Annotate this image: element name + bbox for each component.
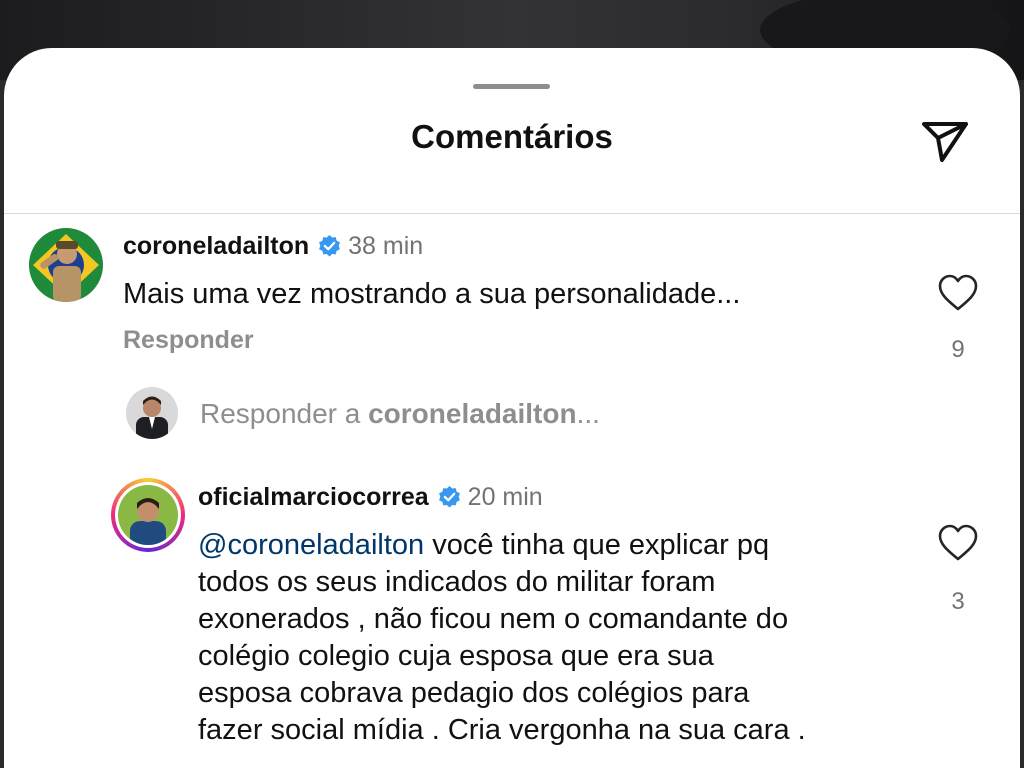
comment-2-line-text: você tinha que explicar pq [424, 529, 770, 561]
comment-1-meta: coroneladailton 38 min [123, 232, 423, 261]
comment-2-meta: oficialmarciocorrea 20 min [198, 483, 543, 512]
sheet-drag-handle[interactable] [473, 84, 550, 89]
comment-2-username[interactable]: oficialmarciocorrea [198, 483, 429, 512]
view-replies-link[interactable]: Responder a coroneladailton... [200, 398, 600, 430]
comment-2-text: @coroneladailton você tinha que explicar… [198, 527, 806, 749]
replies-username: coroneladailton [368, 398, 577, 429]
comment-2-line: esposa cobrava pedagio dos colégios para [198, 677, 750, 709]
like-heart-icon[interactable] [937, 274, 979, 312]
comment-1-text: Mais uma vez mostrando a sua personalida… [123, 278, 741, 310]
avatar-current-user [126, 387, 178, 439]
avatar-coroneladailton[interactable] [29, 228, 103, 302]
verified-badge-icon [438, 486, 460, 508]
like-count: 9 [951, 336, 965, 363]
comment-1-username[interactable]: coroneladailton [123, 232, 309, 261]
comment-2-line: @coroneladailton você tinha que explicar… [198, 527, 806, 564]
header-divider [4, 213, 1020, 214]
mention-link[interactable]: @coroneladailton [198, 529, 424, 561]
comment-2-time: 20 min [467, 483, 543, 511]
comment-1-time: 38 min [348, 232, 424, 260]
sheet-title: Comentários [411, 118, 613, 155]
reply-button[interactable]: Responder [123, 326, 254, 355]
replies-prefix: Responder a [200, 398, 369, 429]
comment-2-line: colégio colegio cuja esposa que era sua [198, 640, 714, 672]
like-heart-icon[interactable] [937, 524, 979, 562]
comment-2-line: fazer social mídia . Cria vergonha na su… [198, 714, 806, 746]
comment-2-line: exonerados , não ficou nem o comandante … [198, 603, 789, 635]
story-ring[interactable] [111, 478, 185, 552]
verified-badge-icon [319, 235, 341, 257]
comment-2-line: todos os seus indicados do militar foram [198, 566, 716, 598]
like-count: 3 [951, 588, 965, 615]
avatar-oficialmarciocorrea [118, 485, 178, 545]
send-icon[interactable] [916, 114, 972, 166]
replies-suffix: ... [576, 398, 600, 429]
